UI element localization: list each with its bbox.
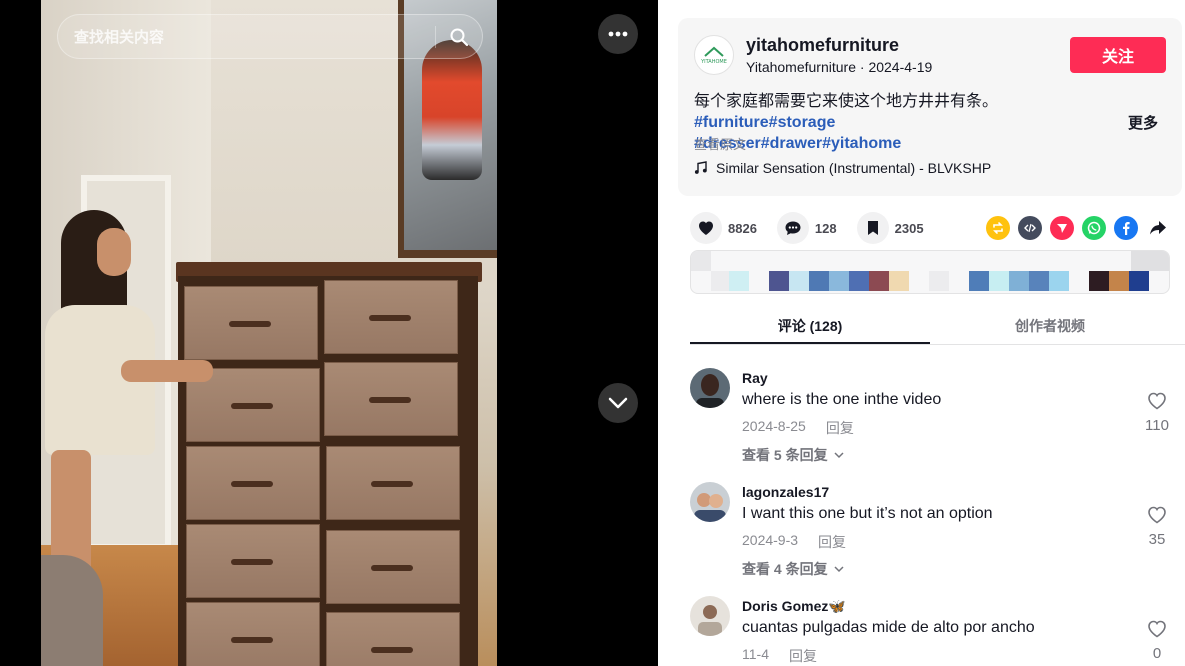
reply-button[interactable]: 回复 (826, 418, 854, 438)
music-title: Similar Sensation (Instrumental) - BLVKS… (716, 160, 992, 176)
view-replies-button[interactable]: 查看 5 条回复 (742, 445, 844, 465)
bookmark-icon[interactable] (856, 212, 889, 244)
tab-creator-videos[interactable]: 创作者视频 (930, 316, 1170, 336)
music-link[interactable]: Similar Sensation (Instrumental) - BLVKS… (694, 160, 991, 176)
follow-button[interactable]: 关注 (1070, 37, 1166, 73)
video-info-card: YITAHOME yitahomefurniture Yitahomefurni… (678, 18, 1182, 196)
video-description: 每个家庭都需要它来使这个地方井井有条。 #furniture#storage #d… (694, 91, 1134, 154)
post-date: 2024-4-19 (868, 59, 933, 75)
comment-item: lagonzales17 I want this one but it’s no… (690, 482, 1180, 592)
comment-text: where is the one inthe video (742, 391, 942, 408)
dresser (178, 276, 478, 666)
video-chair (41, 555, 103, 666)
search-box[interactable]: 查找相关内容 (57, 14, 483, 59)
tab-bar: 评论 (128) 创作者视频 (690, 310, 1185, 345)
comment-like[interactable]: 110 (1140, 392, 1174, 434)
tab-comments[interactable]: 评论 (128) (690, 316, 930, 336)
next-video-button[interactable] (598, 383, 638, 423)
comment-meta: 2024-9-3 回复 (742, 532, 846, 552)
reply-button[interactable]: 回复 (789, 646, 817, 666)
comment-like[interactable]: 35 (1140, 506, 1174, 548)
hashtag-yitahome[interactable]: #yitahome (822, 135, 901, 152)
comment-action[interactable]: 128 (776, 212, 837, 244)
like-count: 8826 (728, 220, 757, 236)
repost-icon[interactable] (986, 216, 1010, 240)
facebook-icon[interactable] (1114, 216, 1138, 240)
tab-active-indicator (690, 342, 930, 344)
hashtag-furniture[interactable]: #furniture (694, 114, 769, 131)
author-username[interactable]: yitahomefurniture (746, 35, 899, 56)
more-button[interactable]: 更多 (1128, 112, 1158, 133)
avatar[interactable] (690, 482, 730, 522)
video-player[interactable]: 查找相关内容 (0, 0, 658, 666)
ellipsis-icon (608, 31, 628, 37)
see-original-link[interactable]: 查看原文 (694, 134, 746, 153)
save-action[interactable]: 2305 (856, 212, 924, 244)
heart-outline-icon[interactable] (1147, 506, 1167, 524)
heart-outline-icon[interactable] (1147, 392, 1167, 410)
app-root: 查找相关内容 YITAHOME yitahomefurniture Yitaho… (0, 0, 1185, 666)
send-icon[interactable] (1050, 216, 1074, 240)
hashtag-storage[interactable]: #storage (769, 114, 836, 131)
author-meta: Yitahomefurniture · 2024-4-19 (746, 59, 932, 75)
comment-item: Ray where is the one inthe video 2024-8-… (690, 368, 1180, 478)
comment-icon[interactable] (776, 212, 809, 244)
music-note-icon (694, 161, 707, 174)
video-frame[interactable] (41, 0, 497, 666)
comment-username[interactable]: lagonzales17 (742, 484, 829, 500)
avatar[interactable] (690, 596, 730, 636)
comment-count: 128 (814, 220, 837, 236)
share-arrow-icon[interactable] (1146, 216, 1170, 240)
comment-username[interactable]: Doris Gomez🦋 (742, 598, 846, 615)
embed-icon[interactable] (1018, 216, 1042, 240)
comment-username[interactable]: Ray (742, 370, 768, 386)
chevron-down-icon (834, 565, 844, 572)
search-icon[interactable] (436, 14, 482, 59)
search-input[interactable]: 查找相关内容 (74, 26, 435, 47)
avatar[interactable] (690, 368, 730, 408)
detail-panel: YITAHOME yitahomefurniture Yitahomefurni… (658, 0, 1185, 666)
view-replies-label: 查看 5 条回复 (742, 447, 828, 463)
share-icons (986, 216, 1170, 240)
comment-meta: 2024-8-25 回复 (742, 418, 854, 438)
reply-button[interactable]: 回复 (818, 532, 846, 552)
comment-item: Doris Gomez🦋 cuantas pulgadas mide de al… (690, 596, 1180, 666)
comment-date: 2024-9-3 (742, 532, 799, 548)
comment-date: 2024-8-25 (742, 418, 806, 434)
copy-link-bar[interactable] (690, 250, 1170, 294)
description-text: 每个家庭都需要它来使这个地方井井有条。 (694, 93, 999, 110)
chevron-down-icon (834, 451, 844, 458)
comment-text: I want this one but it’s not an option (742, 505, 993, 522)
hashtag-drawer[interactable]: #drawer (761, 135, 822, 152)
author-nickname: Yitahomefurniture (746, 59, 856, 75)
action-bar: 8826 128 2305 (690, 212, 944, 244)
heart-outline-icon[interactable] (1147, 620, 1167, 638)
chevron-down-icon (608, 397, 628, 409)
more-options-button[interactable] (598, 14, 638, 54)
save-count: 2305 (894, 220, 924, 236)
comment-like-count: 0 (1152, 645, 1162, 662)
comment-meta: 11-4 回复 (742, 646, 817, 666)
comment-text: cuantas pulgadas mide de alto por ancho (742, 619, 1035, 636)
whatsapp-icon[interactable] (1082, 216, 1106, 240)
svg-text:YITAHOME: YITAHOME (700, 59, 727, 65)
view-replies-button[interactable]: 查看 4 条回复 (742, 559, 844, 579)
heart-icon[interactable] (690, 212, 722, 244)
view-replies-label: 查看 4 条回复 (742, 561, 828, 577)
comment-like-count: 35 (1148, 531, 1166, 548)
author-avatar[interactable]: YITAHOME (694, 35, 734, 75)
like-action[interactable]: 8826 (690, 212, 757, 244)
comment-like-count: 110 (1145, 417, 1169, 434)
comment-like[interactable]: 0 (1140, 620, 1174, 662)
yitahome-logo: YITAHOME (700, 46, 727, 65)
comment-date: 11-4 (742, 646, 769, 662)
